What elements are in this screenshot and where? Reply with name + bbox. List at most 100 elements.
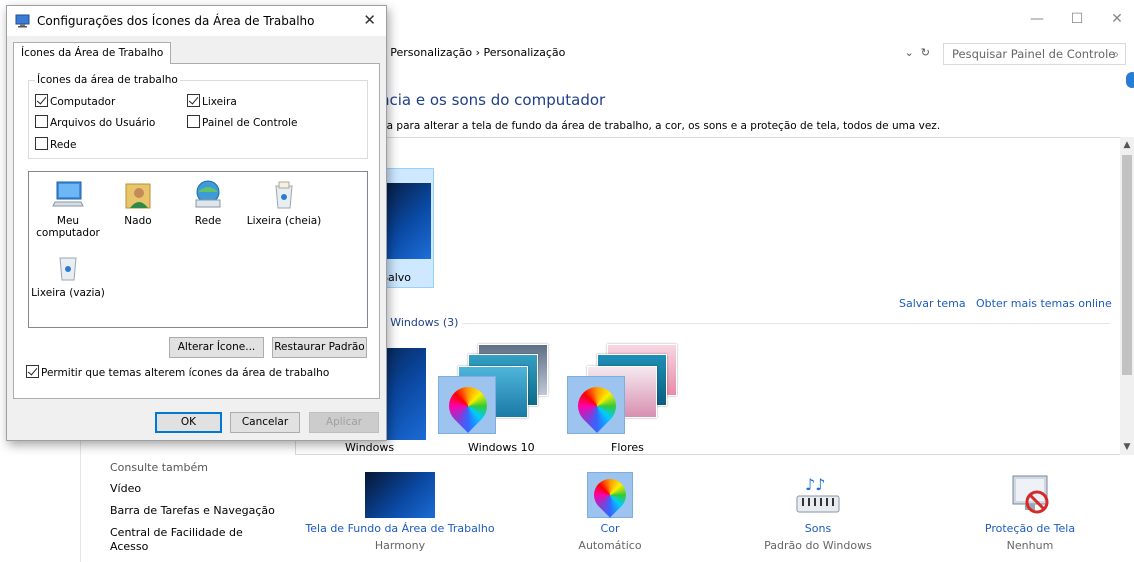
color-fan-icon (570, 379, 624, 433)
icon-lixeira-vazia[interactable]: Lixeira (vazia) (31, 250, 105, 299)
checkbox-label: Computador (50, 96, 116, 108)
color-fan-icon (441, 379, 495, 433)
theme-color-swatch (567, 376, 625, 434)
see-also-ease-of-access-link[interactable]: Central de Facilidade de (110, 526, 243, 539)
icon-nado[interactable]: Nado (101, 178, 175, 227)
screen-saver-link[interactable]: Proteção de Tela (960, 522, 1100, 535)
desktop-icon-settings-dialog: Configurações dos Ícones da Área de Trab… (6, 5, 387, 441)
dialog-titlebar[interactable]: Configurações dos Ícones da Área de Trab… (7, 6, 386, 36)
apply-button[interactable]: Aplicar (309, 412, 379, 433)
sounds-value: Padrão do Windows (764, 539, 872, 552)
see-also-ease-of-access-link-line2[interactable]: Acesso (110, 540, 148, 553)
see-also-video-link[interactable]: Vídeo (110, 482, 141, 495)
checkbox-unchecked-icon[interactable] (35, 137, 48, 150)
screen-saver-value: Nenhum (1006, 539, 1054, 552)
icon-meu-computador[interactable]: Meu computador (31, 178, 105, 239)
more-themes-link[interactable]: Obter mais temas online (976, 297, 1112, 310)
color-link[interactable]: Cor (560, 522, 660, 535)
close-window-button[interactable]: ✕ (1102, 8, 1132, 30)
theme-color-swatch (438, 376, 496, 434)
sounds-item[interactable]: ♪♪ Sons Padrão do Windows (758, 472, 878, 552)
theme-flores[interactable]: Flores (567, 340, 677, 454)
tab-desktop-icons[interactable]: Ícones da Área de Trabalho (13, 42, 172, 64)
recycle-bin-full-icon (268, 178, 300, 210)
desktop-background-item[interactable]: Tela de Fundo da Área de Trabalho Harmon… (300, 472, 500, 552)
screen-saver-item[interactable]: Proteção de Tela Nenhum (960, 472, 1100, 552)
icon-lixeira-cheia[interactable]: Lixeira (cheia) (241, 178, 327, 227)
theme-name: Windows 10 (468, 441, 535, 454)
icon-label: Nado (124, 215, 152, 227)
address-bar[interactable]: e Personalização › Personalização ⌄ ↻ (380, 44, 936, 64)
restore-default-button[interactable]: Restaurar Padrão (272, 337, 367, 358)
checkbox-label: Painel de Controle (202, 117, 298, 129)
dialog-app-icon (15, 14, 31, 28)
checkbox-label: Permitir que temas alterem ícones da áre… (41, 367, 330, 379)
icon-label: Rede (194, 215, 222, 227)
svg-text:♪♪: ♪♪ (805, 475, 825, 494)
cancel-button[interactable]: Cancelar (230, 412, 300, 433)
close-icon[interactable]: ✕ (363, 11, 376, 29)
section-divider (462, 323, 1110, 324)
page-description: na para alterar a tela de fundo da área … (380, 120, 941, 132)
themes-scrollbar[interactable]: ▲ ▼ (1120, 137, 1134, 455)
change-icon-button[interactable]: Alterar Ícone... (169, 337, 264, 358)
user-folder-icon (122, 178, 154, 210)
page-heading: ncia e os sons do computador (380, 91, 606, 109)
icon-label: Lixeira (cheia) (246, 215, 322, 227)
computer-icon (52, 178, 84, 210)
checkbox-painel-controle[interactable]: Painel de Controle (187, 115, 297, 130)
theme-windows-10[interactable]: Windows 10 (438, 340, 548, 454)
checkbox-unchecked-icon[interactable] (35, 115, 48, 128)
icon-rede[interactable]: Rede (171, 178, 245, 227)
checkbox-arquivos-usuario[interactable]: Arquivos do Usuário (35, 115, 155, 130)
ok-button[interactable]: OK (155, 412, 222, 433)
scroll-up-icon[interactable]: ▲ (1120, 137, 1134, 153)
network-icon (192, 178, 224, 210)
color-icon (587, 472, 633, 518)
icon-list: Meu computador Nado Rede Lixeira (cheia)… (28, 171, 368, 328)
minimize-button[interactable]: — (1022, 8, 1052, 30)
groupbox-label: Ícones da área de trabalho (35, 74, 180, 86)
theme-name: Windows (345, 441, 395, 454)
see-also-taskbar-link[interactable]: Barra de Tarefas e Navegação (110, 504, 275, 517)
checkbox-allow-themes[interactable]: Permitir que temas alterem ícones da áre… (26, 365, 329, 380)
color-fan-icon (587, 472, 633, 518)
search-icon[interactable]: ⌕ (1113, 44, 1119, 64)
checkbox-checked-icon[interactable] (187, 94, 200, 107)
checkbox-checked-icon[interactable] (26, 365, 39, 378)
color-value: Automático (578, 539, 642, 552)
checkbox-unchecked-icon[interactable] (187, 115, 200, 128)
icon-label: Meu (56, 215, 80, 227)
theme-name: Flores (611, 441, 644, 454)
search-input[interactable]: Pesquisar Painel de Controle ⌕ (943, 43, 1126, 65)
see-also-title: Consulte também (110, 461, 208, 474)
maximize-button[interactable]: ☐ (1062, 8, 1092, 30)
sounds-icon: ♪♪ (793, 472, 843, 518)
icon-label-line2: computador (36, 227, 100, 239)
scroll-down-icon[interactable]: ▼ (1120, 439, 1134, 455)
screen-saver-icon (1007, 472, 1053, 518)
windows-themes-section-label: o Windows (3) (380, 316, 459, 329)
checkbox-lixeira[interactable]: Lixeira (187, 94, 237, 109)
dialog-title: Configurações dos Ícones da Área de Trab… (37, 14, 315, 28)
sounds-link[interactable]: Sons (758, 522, 878, 535)
checkbox-checked-icon[interactable] (35, 94, 48, 107)
breadcrumb[interactable]: e Personalização › Personalização (380, 46, 565, 59)
address-dropdown-refresh-icons[interactable]: ⌄ ↻ (905, 44, 930, 62)
desktop-background-link[interactable]: Tela de Fundo da Área de Trabalho (300, 522, 500, 535)
scroll-thumb[interactable] (1122, 155, 1132, 375)
checkbox-computador[interactable]: Computador (35, 94, 115, 109)
tab-panel: Ícones da área de trabalho Computador Li… (13, 63, 380, 399)
checkbox-label: Arquivos do Usuário (50, 117, 156, 129)
help-icon[interactable] (1126, 72, 1134, 88)
saved-theme-thumbnail (381, 183, 431, 259)
divider (80, 440, 81, 562)
checkbox-label: Rede (50, 139, 77, 151)
recycle-bin-empty-icon (52, 250, 84, 282)
icon-label: Lixeira (vazia) (31, 287, 105, 299)
desktop-background-value: Harmony (374, 539, 426, 552)
checkbox-label: Lixeira (202, 96, 237, 108)
color-item[interactable]: Cor Automático (560, 472, 660, 552)
checkbox-rede[interactable]: Rede (35, 137, 76, 152)
save-theme-link[interactable]: Salvar tema (899, 297, 966, 310)
